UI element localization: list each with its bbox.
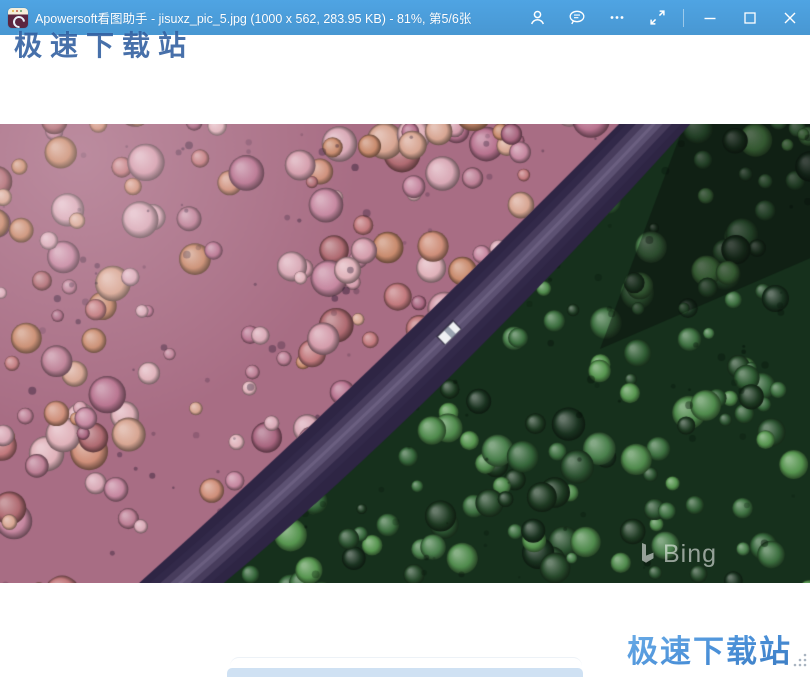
app-icon — [8, 7, 28, 30]
photo-viewport[interactable]: Bing — [0, 124, 810, 583]
fullscreen-icon — [649, 10, 665, 25]
titlebar[interactable]: Apowersoft看图助手 - jisuxz_pic_5.jpg (1000 … — [0, 0, 810, 35]
titlebar-separator — [683, 8, 684, 27]
close-button[interactable] — [770, 0, 810, 35]
chat-bubble-icon — [569, 10, 585, 25]
photo-canvas[interactable] — [0, 124, 810, 583]
site-watermark-bottom: 极速下载站 — [627, 626, 792, 671]
minimize-button[interactable] — [690, 0, 730, 35]
feedback-button[interactable] — [557, 0, 597, 35]
more-button[interactable] — [597, 0, 637, 35]
ellipsis-icon — [610, 16, 624, 19]
titlebar-buttons — [517, 0, 810, 35]
bottom-toolbar-bar[interactable] — [227, 668, 583, 677]
maximize-icon — [744, 11, 756, 24]
fullscreen-button[interactable] — [637, 0, 677, 35]
minimize-icon — [704, 17, 716, 19]
close-icon — [784, 12, 796, 23]
user-button[interactable] — [517, 0, 557, 35]
maximize-button[interactable] — [730, 0, 770, 35]
window-title: Apowersoft看图助手 - jisuxz_pic_5.jpg (1000 … — [35, 12, 472, 26]
resize-grip-icon[interactable] — [792, 652, 808, 673]
user-icon — [530, 10, 544, 25]
